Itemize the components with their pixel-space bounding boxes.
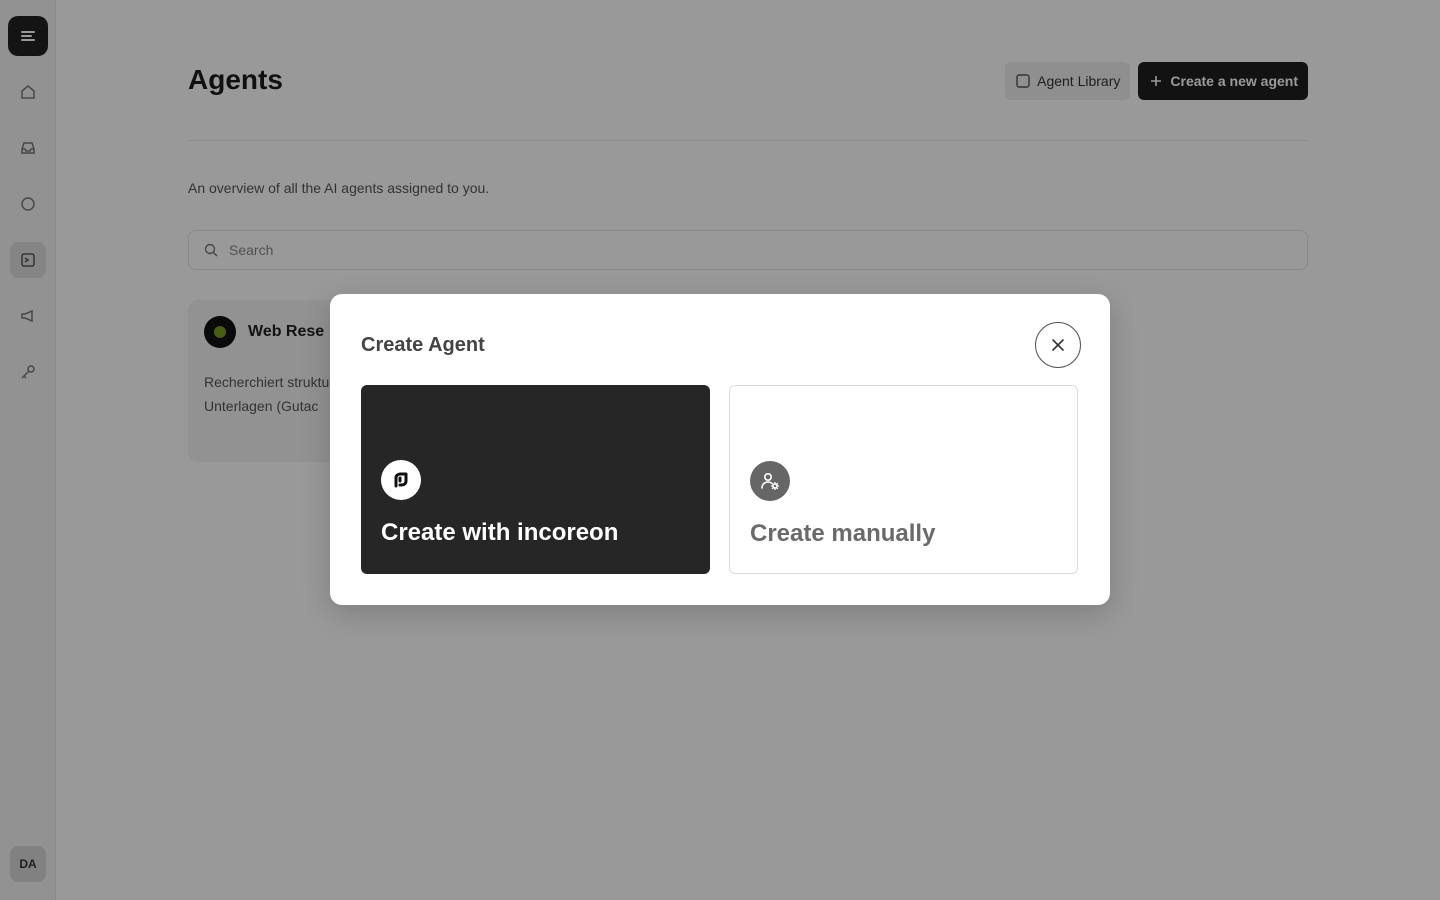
- app-root: DA Agents Agent Library Create a new age…: [0, 0, 1440, 900]
- close-icon: [1052, 339, 1064, 351]
- create-manually-option[interactable]: Create manually: [729, 385, 1078, 574]
- create-agent-dialog: Create Agent Create with incoreon Create…: [330, 294, 1110, 605]
- create-manually-label: Create manually: [750, 520, 936, 547]
- user-settings-icon: [750, 461, 790, 501]
- dialog-title: Create Agent: [361, 334, 485, 356]
- create-with-incoreon-label: Create with incoreon: [381, 519, 619, 546]
- create-with-incoreon-option[interactable]: Create with incoreon: [361, 385, 710, 574]
- incoreon-logo-icon: [381, 460, 421, 500]
- close-button[interactable]: [1035, 322, 1081, 368]
